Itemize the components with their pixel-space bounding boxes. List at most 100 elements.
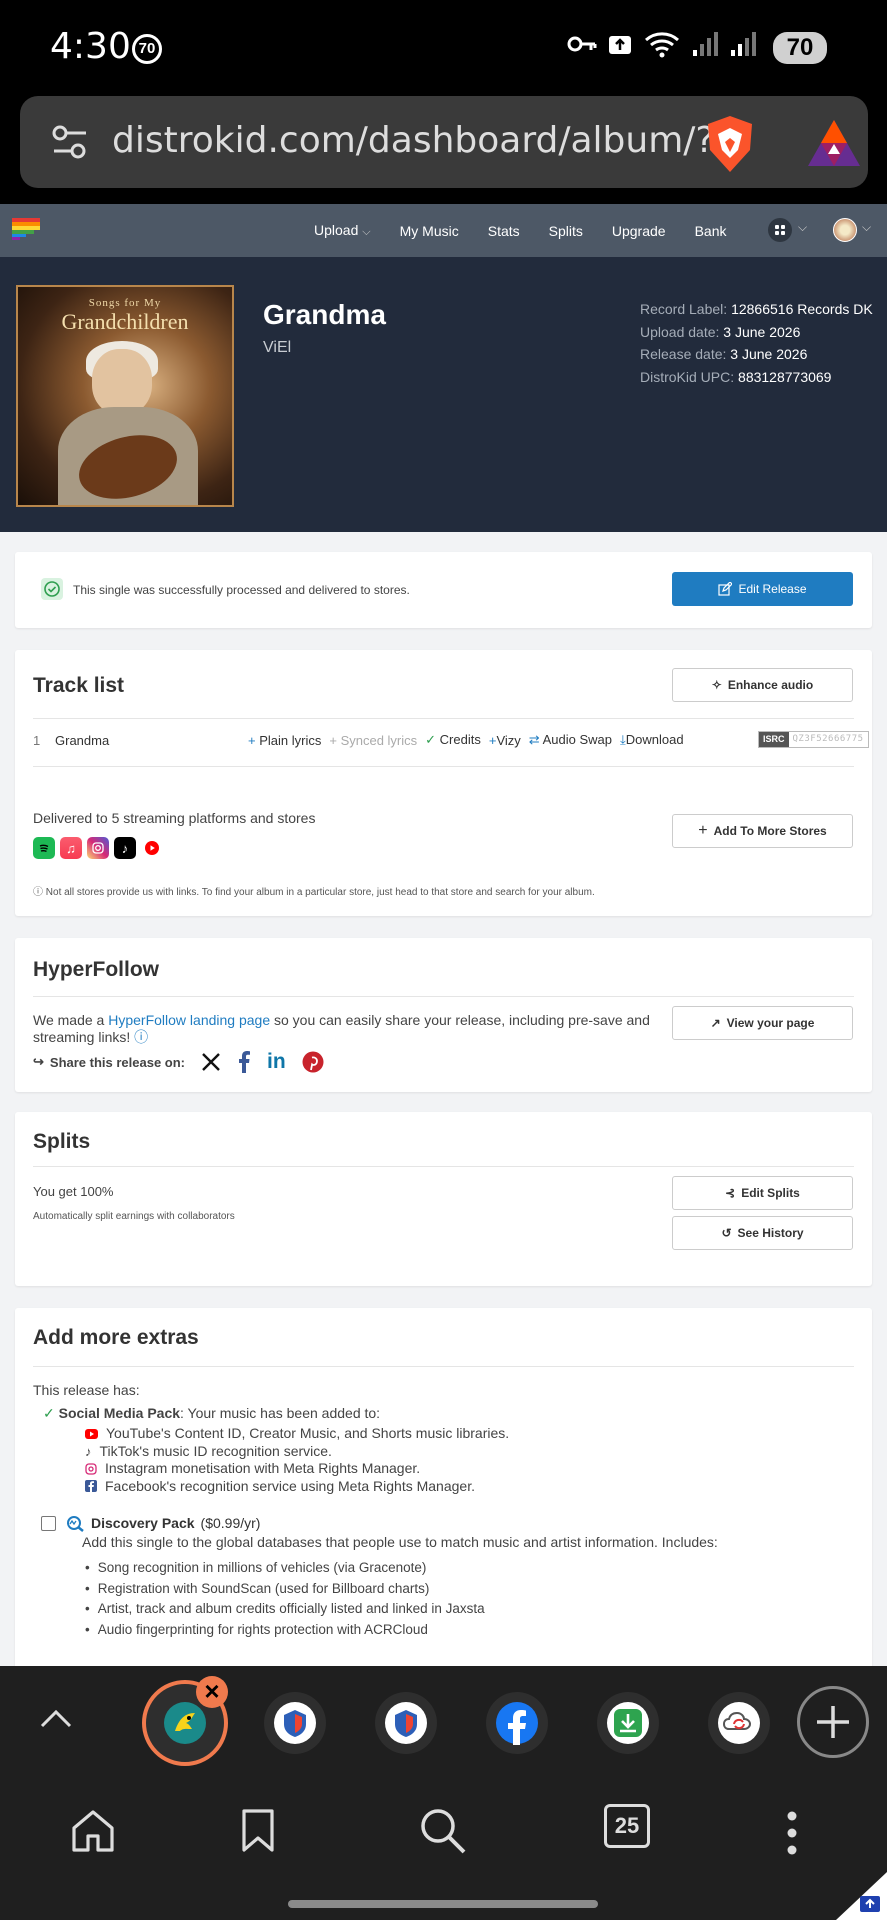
enhance-audio-button[interactable]: ✧ Enhance audio xyxy=(672,668,853,702)
tab-3[interactable] xyxy=(375,1692,437,1754)
distrokid-logo[interactable] xyxy=(12,218,40,240)
isrc-label: ISRC xyxy=(759,732,789,747)
see-history-button[interactable]: ↺ See History xyxy=(672,1216,853,1250)
splits-card: Splits You get 100% Automatically split … xyxy=(15,1112,872,1286)
nav-upgrade[interactable]: Upgrade xyxy=(612,223,666,239)
upc-row: DistroKid UPC: 883128773069 xyxy=(640,368,832,385)
nav-bank[interactable]: Bank xyxy=(695,223,727,239)
notification-count-icon: 70 xyxy=(132,34,162,64)
tab-count-button[interactable]: 25 xyxy=(604,1804,650,1848)
delivered-message: This single was successfully processed a… xyxy=(73,583,410,597)
check-circle-icon: ✓ xyxy=(43,1405,55,1421)
social-share-buttons: in xyxy=(201,1050,324,1074)
nav-splits[interactable]: Splits xyxy=(549,223,583,239)
extras-card: Add more extras This release has: ✓ Soci… xyxy=(15,1308,872,1666)
tracklist-heading: Track list xyxy=(33,674,125,697)
new-tab-button[interactable] xyxy=(797,1686,869,1758)
brave-rewards-icon[interactable] xyxy=(806,118,862,168)
nav-stats[interactable]: Stats xyxy=(488,223,520,239)
avatar-chevron-icon[interactable]: ⌵ xyxy=(862,220,871,235)
info-icon[interactable]: ⓘ xyxy=(134,1029,148,1045)
track-name[interactable]: Grandma xyxy=(55,733,109,748)
cloud-favicon-icon xyxy=(718,1702,760,1744)
divider xyxy=(33,718,854,719)
spotify-icon[interactable] xyxy=(33,837,55,859)
view-your-page-button[interactable]: ↗ View your page xyxy=(672,1006,853,1040)
delivered-card: This single was successfully processed a… xyxy=(15,552,872,628)
divider xyxy=(33,996,854,997)
discovery-icon xyxy=(67,1516,84,1532)
shield-favicon-icon xyxy=(274,1702,316,1744)
site-settings-icon[interactable] xyxy=(50,122,90,162)
main-content[interactable]: This single was successfully processed a… xyxy=(0,532,887,1666)
avatar[interactable] xyxy=(833,218,857,242)
edit-release-button[interactable]: Edit Release xyxy=(672,572,853,606)
audio-swap-link[interactable]: ⇄ Audio Swap xyxy=(529,732,612,748)
list-item: ♪ TikTok's music ID recognition service. xyxy=(85,1442,332,1459)
instagram-icon[interactable] xyxy=(87,837,109,859)
hyperfollow-link[interactable]: HyperFollow landing page xyxy=(108,1012,270,1028)
plain-lyrics-link[interactable]: + Plain lyrics xyxy=(248,733,321,748)
linkedin-icon[interactable]: in xyxy=(267,1050,286,1074)
external-link-icon: ↗ xyxy=(710,1016,721,1030)
extras-heading: Add more extras xyxy=(33,1326,199,1349)
delivered-platforms-text: Delivered to 5 streaming platforms and s… xyxy=(33,810,316,826)
isrc-badge[interactable]: ISRC QZ3F52666775 xyxy=(758,731,869,748)
facebook-icon xyxy=(85,1480,97,1493)
plus-icon: + xyxy=(248,732,256,748)
search-icon[interactable] xyxy=(418,1806,468,1856)
brave-shields-icon[interactable] xyxy=(702,114,758,174)
tiktok-icon[interactable]: ♪ xyxy=(114,837,136,859)
list-item: YouTube's Content ID, Creator Music, and… xyxy=(85,1425,509,1443)
tab-cloud[interactable] xyxy=(708,1692,770,1754)
apps-grid-icon[interactable] xyxy=(768,218,792,242)
bookmark-icon[interactable] xyxy=(240,1808,276,1854)
add-to-more-stores-button[interactable]: + Add To More Stores xyxy=(672,814,853,848)
apps-chevron-icon[interactable]: ⌵ xyxy=(798,220,807,235)
url-bar[interactable]: distrokid.com/dashboard/album/? xyxy=(20,96,868,188)
pinterest-icon[interactable] xyxy=(302,1051,324,1073)
check-circle-icon: ✓ xyxy=(425,732,437,747)
chevron-up-icon[interactable] xyxy=(38,1706,74,1730)
download-badge-icon[interactable] xyxy=(836,1872,887,1920)
more-menu-icon[interactable] xyxy=(782,1810,802,1856)
cover-title: Grandchildren xyxy=(61,309,189,334)
splits-share: You get 100% xyxy=(33,1184,114,1199)
distrokid-favicon xyxy=(164,1702,206,1744)
apple-music-icon[interactable]: ♫ xyxy=(60,837,82,859)
youtube-icon[interactable] xyxy=(141,837,163,859)
splits-icon: ⊰ xyxy=(725,1186,736,1200)
discovery-pack-checkbox[interactable] xyxy=(41,1516,56,1531)
home-indicator[interactable] xyxy=(288,1900,598,1908)
list-item: Song recognition in millions of vehicles… xyxy=(85,1558,485,1579)
tab-download[interactable] xyxy=(597,1692,659,1754)
close-tab-icon[interactable]: × xyxy=(196,1676,228,1708)
instagram-icon xyxy=(85,1463,97,1475)
tab-facebook[interactable] xyxy=(486,1692,548,1754)
isrc-value: QZ3F52666775 xyxy=(792,734,864,744)
list-item: Artist, track and album credits official… xyxy=(85,1599,485,1620)
url-text[interactable]: distrokid.com/dashboard/album/? xyxy=(112,120,715,161)
synced-lyrics-link[interactable]: + Synced lyrics xyxy=(329,733,417,748)
home-icon[interactable] xyxy=(70,1808,116,1854)
extras-has-label: This release has: xyxy=(33,1382,140,1398)
nav-my-music[interactable]: My Music xyxy=(400,223,459,239)
youtube-icon xyxy=(85,1428,98,1439)
facebook-icon[interactable] xyxy=(237,1051,251,1073)
track-number: 1 xyxy=(33,733,41,748)
album-title: Grandma xyxy=(263,299,386,330)
download-link[interactable]: ⤓Download xyxy=(620,732,684,748)
discovery-pack-description: Add this single to the global databases … xyxy=(82,1534,718,1550)
key-icon xyxy=(567,36,597,52)
sparkle-icon: ✧ xyxy=(711,678,722,692)
edit-splits-button[interactable]: ⊰ Edit Splits xyxy=(672,1176,853,1210)
tab-2[interactable] xyxy=(264,1692,326,1754)
album-artist[interactable]: ViEl xyxy=(263,339,291,357)
vizy-link[interactable]: +Vizy xyxy=(489,733,521,748)
credits-link[interactable]: ✓ Credits xyxy=(425,732,481,748)
x-twitter-icon[interactable] xyxy=(201,1052,221,1072)
divider xyxy=(33,1366,854,1367)
nav-upload[interactable]: Upload ⌵ xyxy=(314,222,371,239)
success-check-icon xyxy=(41,578,63,600)
share-icon: ↪ xyxy=(33,1054,44,1069)
